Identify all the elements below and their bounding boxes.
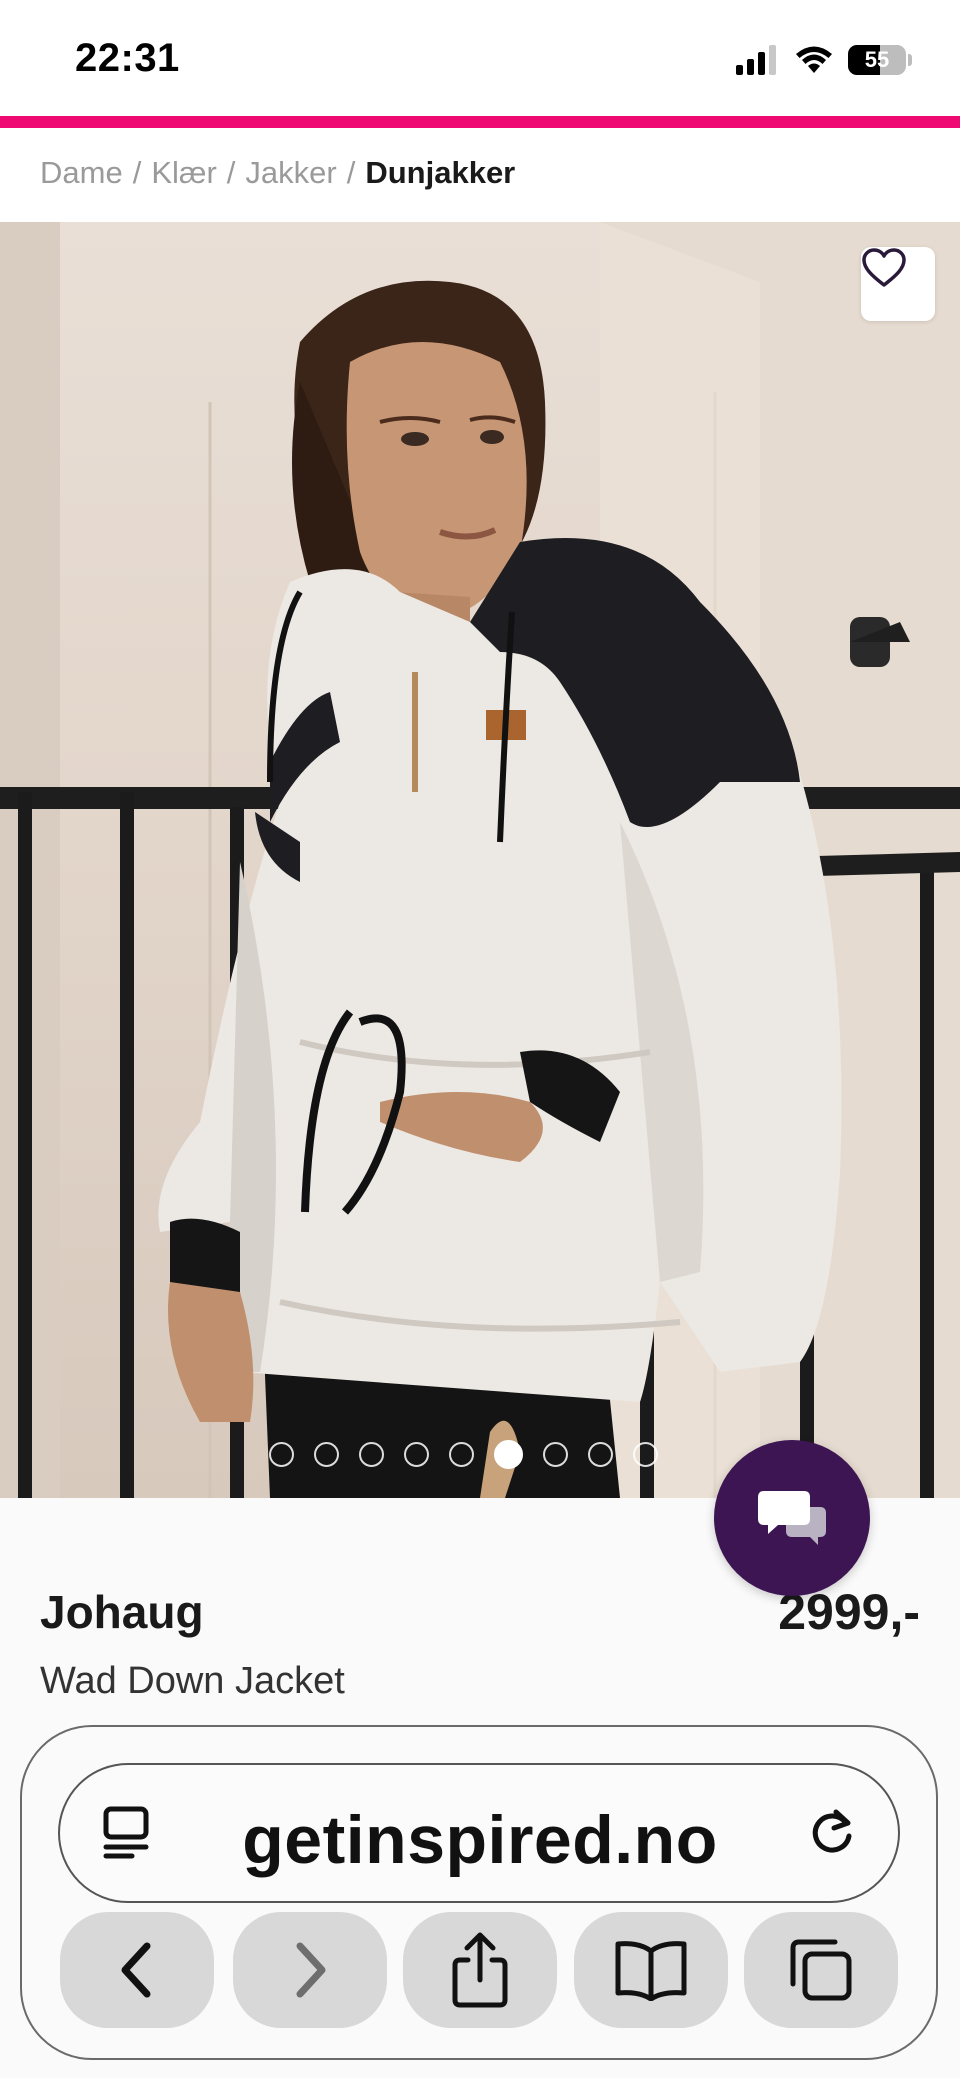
back-button[interactable] (60, 1912, 214, 2028)
gallery-dot[interactable] (449, 1442, 474, 1467)
brand-accent-bar (0, 116, 960, 128)
product-photo (0, 222, 960, 1498)
battery-icon: 55 (848, 45, 906, 75)
bookmarks-button[interactable] (574, 1912, 728, 2028)
forward-chevron-icon (296, 1942, 326, 1998)
breadcrumb-separator: / (132, 155, 142, 190)
status-time: 22:31 (75, 36, 180, 80)
breadcrumb: Dame / Klær / Jakker / Dunjakker (40, 155, 515, 191)
back-chevron-icon (121, 1942, 151, 1998)
heart-icon (862, 248, 906, 287)
share-button[interactable] (403, 1912, 557, 2028)
product-brand[interactable]: Johaug (40, 1585, 204, 1639)
breadcrumb-item-klaer[interactable]: Klær (151, 155, 216, 190)
status-icons: 55 (736, 40, 912, 80)
tabs-button[interactable] (744, 1912, 898, 2028)
wifi-icon (796, 46, 832, 73)
gallery-dot[interactable] (588, 1442, 613, 1467)
battery-percent: 55 (864, 47, 890, 72)
reload-icon[interactable] (806, 1806, 858, 1863)
favorite-button[interactable] (861, 247, 935, 321)
gallery-dot[interactable] (269, 1442, 294, 1467)
share-icon (452, 1932, 508, 2008)
breadcrumb-current: Dunjakker (365, 155, 516, 190)
product-name: Wad Down Jacket (40, 1660, 345, 1702)
gallery-dot[interactable] (543, 1442, 568, 1467)
gallery-pagination (269, 1440, 658, 1469)
book-icon (615, 1941, 687, 2001)
breadcrumb-separator: / (346, 155, 356, 190)
gallery-dot[interactable] (314, 1442, 339, 1467)
chat-button[interactable] (714, 1440, 870, 1596)
breadcrumb-separator: / (226, 155, 236, 190)
tabs-icon (790, 1939, 852, 2001)
forward-button[interactable] (233, 1912, 387, 2028)
breadcrumb-item-dame[interactable]: Dame (40, 155, 123, 190)
breadcrumb-item-jakker[interactable]: Jakker (245, 155, 336, 190)
gallery-dot-active[interactable] (494, 1440, 523, 1469)
gallery-dot[interactable] (359, 1442, 384, 1467)
gallery-dot[interactable] (404, 1442, 429, 1467)
cellular-signal-icon (736, 45, 776, 75)
battery-cap (908, 54, 912, 66)
status-bar: 22:31 55 (0, 0, 960, 116)
gallery-dot[interactable] (633, 1442, 658, 1467)
chat-bubbles-icon (758, 1491, 826, 1545)
product-image[interactable] (0, 222, 960, 1498)
